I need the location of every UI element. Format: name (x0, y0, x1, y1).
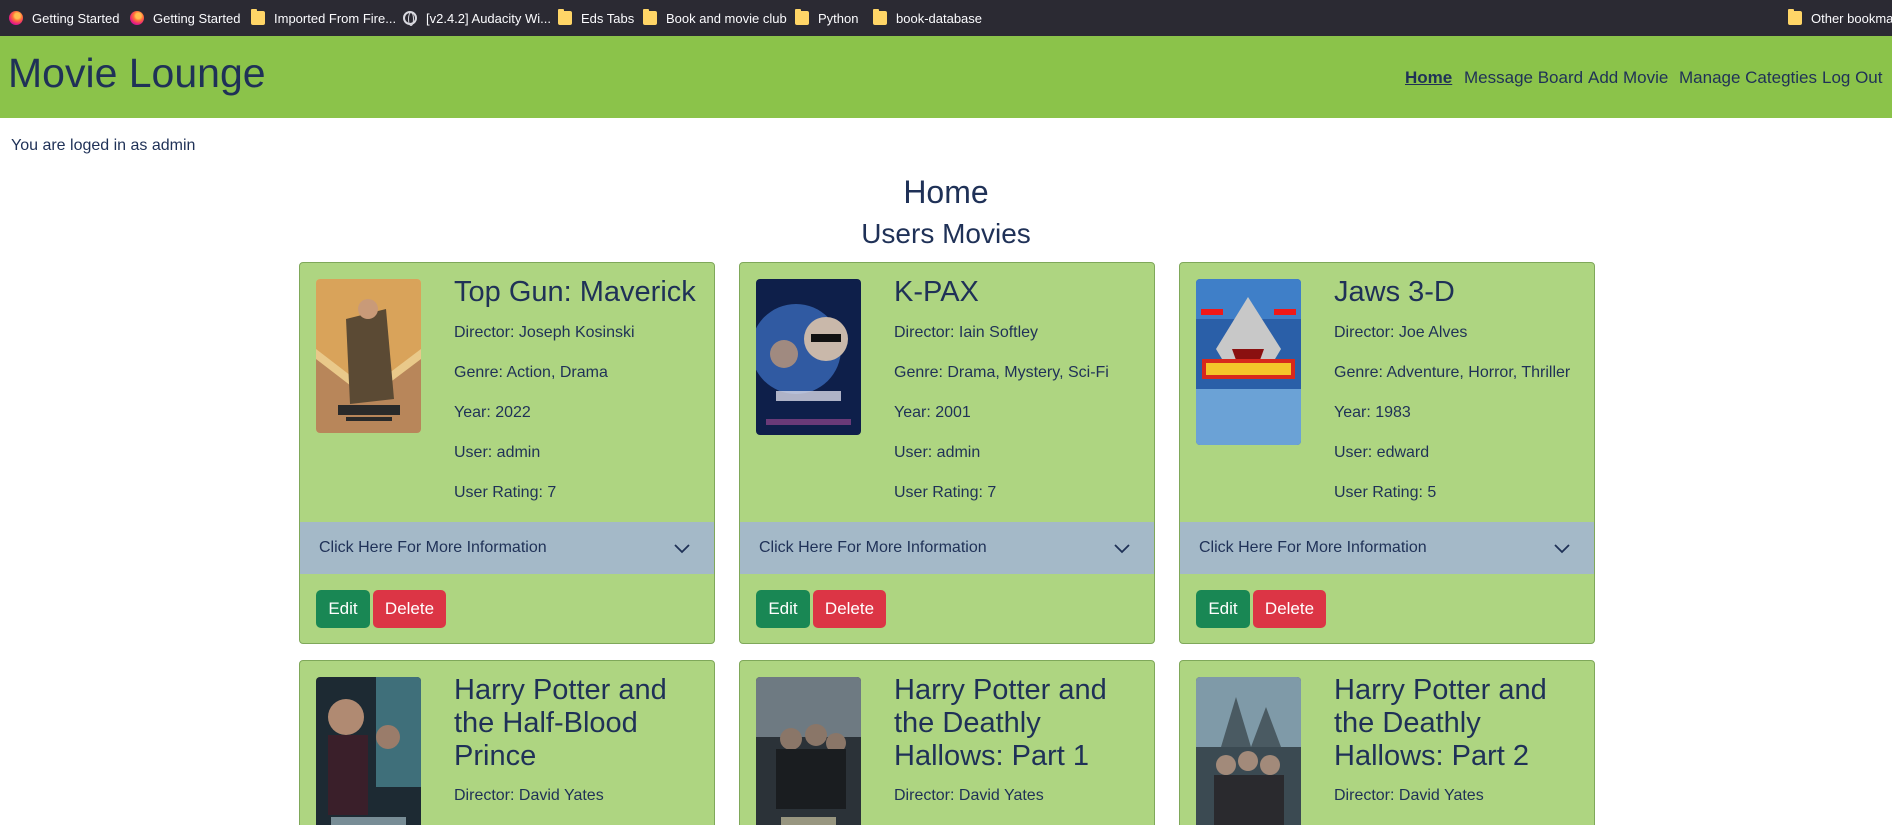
more-info-accordion[interactable]: Click Here For More Information (300, 522, 714, 574)
folder-icon (795, 9, 809, 25)
movie-title: Harry Potter and the Deathly Hallows: Pa… (894, 674, 1107, 772)
movie-rating: User Rating: 7 (454, 484, 557, 501)
brand-logo[interactable]: Movie Lounge (8, 50, 266, 97)
delete-button[interactable]: Delete (813, 590, 886, 628)
bookmark-label: Other bookmarks (1811, 10, 1892, 26)
movie-poster (1196, 279, 1301, 445)
bookmark-audacity-wiki[interactable]: [v2.4.2] Audacity Wi... (403, 0, 551, 36)
movie-director: Director: David Yates (894, 787, 1044, 804)
movie-genre: Genre: Adventure, Horror, Thriller (1334, 364, 1571, 381)
bookmark-getting-started-2[interactable]: Getting Started (130, 0, 240, 36)
movie-title: Top Gun: Maverick (454, 276, 696, 308)
movie-director: Director: David Yates (1334, 787, 1484, 804)
bookmark-label: Getting Started (153, 10, 241, 26)
chevron-down-icon (1554, 544, 1570, 554)
delete-button[interactable]: Delete (1253, 590, 1326, 628)
bookmark-label: Python (818, 10, 859, 26)
movie-card: Harry Potter and the Deathly Hallows: Pa… (1179, 660, 1595, 825)
movie-year: Year: 2001 (894, 404, 971, 421)
movie-genre: Genre: Drama, Mystery, Sci-Fi (894, 364, 1109, 381)
movie-director: Director: Joseph Kosinski (454, 324, 635, 341)
more-info-label: Click Here For More Information (319, 539, 547, 556)
movie-rating: User Rating: 7 (894, 484, 997, 501)
movie-poster (1196, 677, 1301, 825)
movie-card: Harry Potter and the Deathly Hallows: Pa… (739, 660, 1155, 825)
movie-director: Director: Iain Softley (894, 324, 1039, 341)
more-info-label: Click Here For More Information (1199, 539, 1427, 556)
section-title: Users Movies (861, 218, 1031, 249)
folder-icon (558, 9, 572, 25)
movie-director: Director: David Yates (454, 787, 604, 804)
bookmark-label: [v2.4.2] Audacity Wi... (426, 10, 551, 26)
movie-poster (316, 279, 421, 433)
bookmarks-toolbar: Getting Started Getting Started Imported… (0, 0, 1892, 36)
folder-icon (251, 9, 265, 25)
movie-title: K-PAX (894, 276, 979, 308)
more-info-accordion[interactable]: Click Here For More Information (740, 522, 1154, 574)
movie-title: Harry Potter and the Deathly Hallows: Pa… (1334, 674, 1547, 772)
chevron-down-icon (1114, 544, 1130, 554)
chevron-down-icon (674, 544, 690, 554)
folder-icon (643, 9, 657, 25)
edit-button[interactable]: Edit (1196, 590, 1250, 628)
movie-user: User: edward (1334, 444, 1430, 461)
bookmark-label: Imported From Fire... (274, 10, 397, 26)
movie-rating: User Rating: 5 (1334, 484, 1437, 501)
nav-home[interactable]: Home (1405, 68, 1452, 88)
folder-icon (1788, 9, 1802, 25)
bookmark-label: book-database (896, 10, 983, 26)
globe-icon (403, 11, 417, 26)
edit-button[interactable]: Edit (756, 590, 810, 628)
movie-genre: Genre: Action, Drama (454, 364, 608, 381)
bookmark-label: Getting Started (32, 10, 120, 26)
movie-card: Top Gun: Maverick Director: Joseph Kosin… (299, 262, 715, 644)
bookmark-eds-tabs[interactable]: Eds Tabs (558, 0, 634, 36)
movie-poster (756, 677, 861, 825)
nav-message-board[interactable]: Message Board (1464, 68, 1583, 88)
movie-card: K-PAX Director: Iain Softley Genre: Dram… (739, 262, 1155, 644)
movie-poster (756, 279, 861, 435)
firefox-icon (9, 11, 23, 25)
firefox-icon (130, 11, 144, 25)
nav-log-out[interactable]: Log Out (1822, 68, 1883, 88)
movie-poster (316, 677, 421, 825)
bookmark-book-database[interactable]: book-database (873, 0, 982, 36)
movie-title: Harry Potter and the Half-Blood Prince (454, 674, 667, 772)
page-title: Home (903, 174, 989, 210)
delete-button[interactable]: Delete (373, 590, 446, 628)
folder-icon (873, 9, 887, 25)
movie-card: Jaws 3-D Director: Joe Alves Genre: Adve… (1179, 262, 1595, 644)
nav-add-movie[interactable]: Add Movie (1588, 68, 1668, 88)
navbar: Movie Lounge Home Message Board Add Movi… (0, 36, 1892, 118)
movie-year: Year: 1983 (1334, 404, 1411, 421)
movie-user: User: admin (454, 444, 541, 461)
movie-director: Director: Joe Alves (1334, 324, 1468, 341)
more-info-label: Click Here For More Information (759, 539, 987, 556)
bookmark-label: Book and movie club (666, 10, 787, 26)
edit-button[interactable]: Edit (316, 590, 370, 628)
movie-title: Jaws 3-D (1334, 276, 1455, 308)
nav-manage-categories[interactable]: Manage Categties (1679, 68, 1817, 88)
bookmark-python[interactable]: Python (795, 0, 858, 36)
movie-card: Harry Potter and the Half-Blood Prince D… (299, 660, 715, 825)
movie-user: User: admin (894, 444, 981, 461)
more-info-accordion[interactable]: Click Here For More Information (1180, 522, 1594, 574)
bookmark-label: Eds Tabs (581, 10, 635, 26)
login-status: You are loged in as admin (11, 137, 196, 154)
bookmark-getting-started-1[interactable]: Getting Started (9, 0, 119, 36)
bookmark-book-and-movie-club[interactable]: Book and movie club (643, 0, 787, 36)
bookmark-other-bookmarks[interactable]: Other bookmarks (1788, 0, 1892, 36)
movie-year: Year: 2022 (454, 404, 531, 421)
bookmark-imported-from-firefox[interactable]: Imported From Fire... (251, 0, 396, 36)
